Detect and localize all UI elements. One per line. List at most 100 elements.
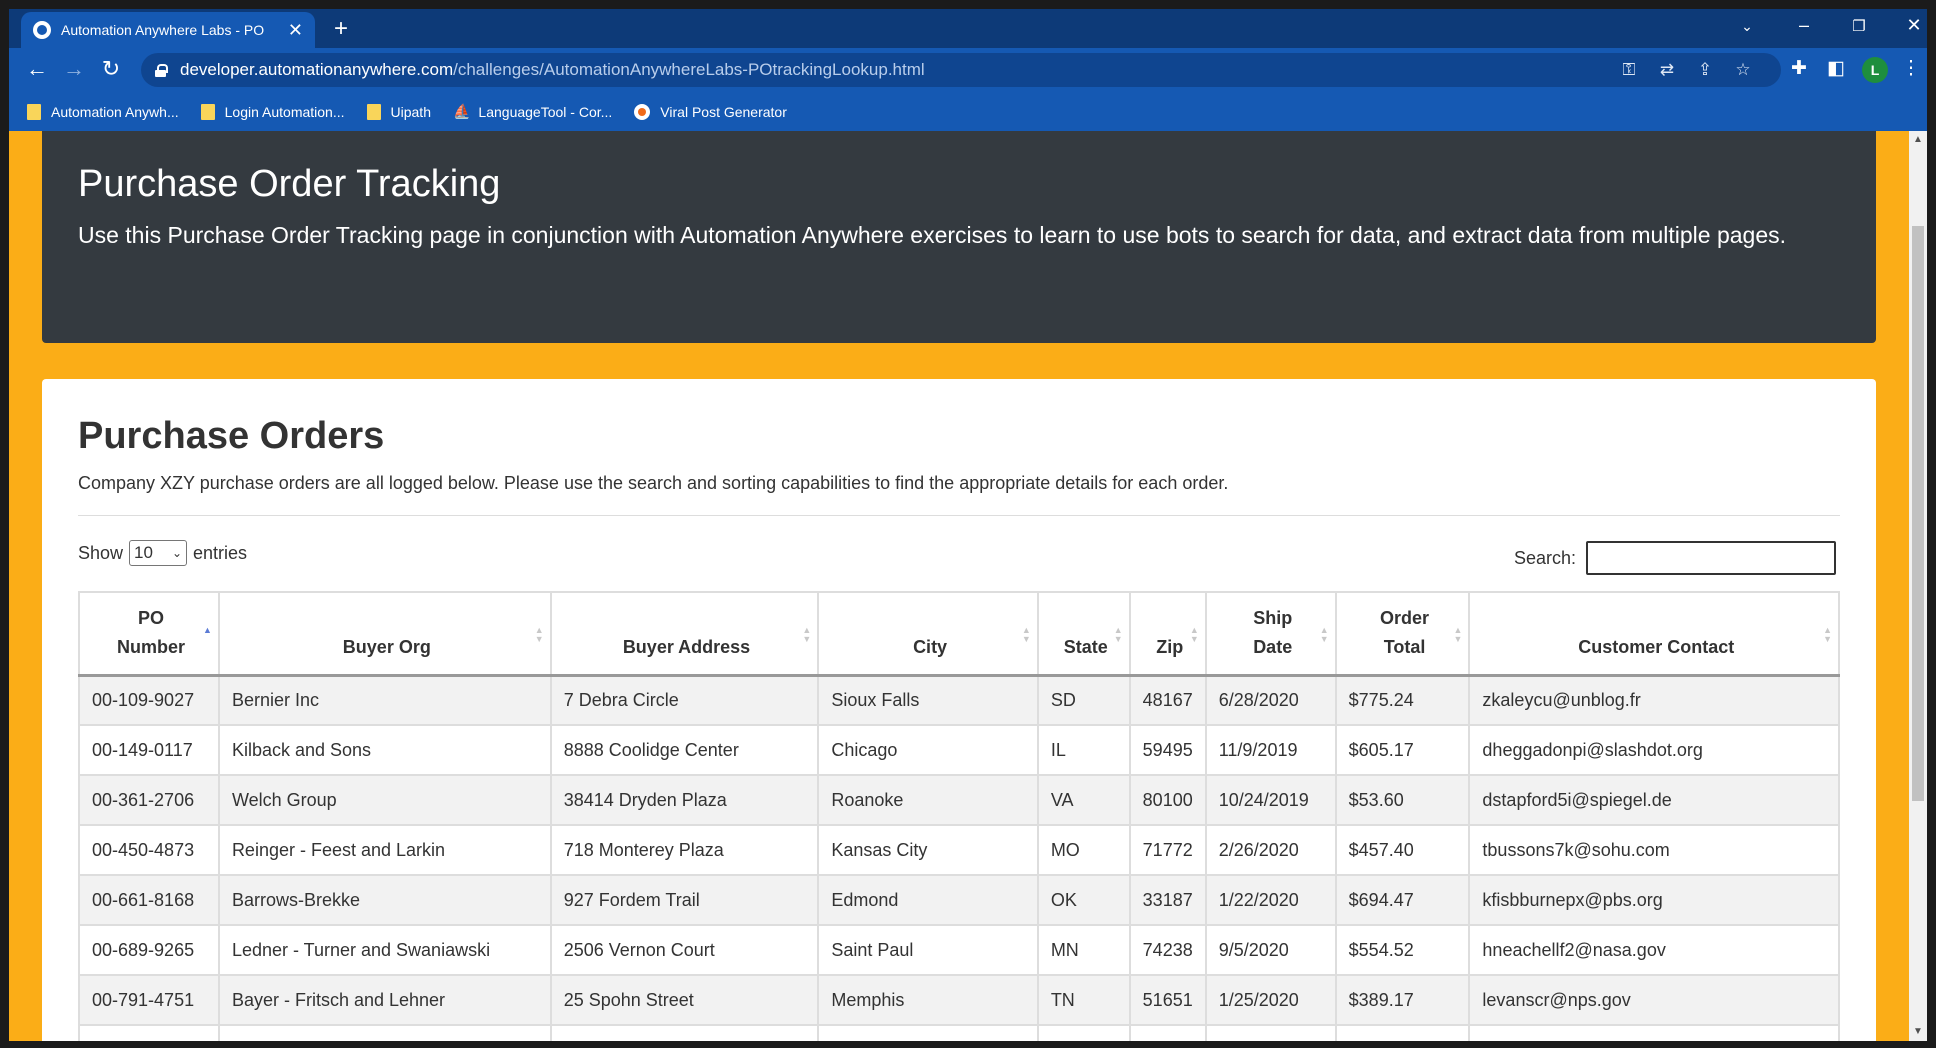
restore-button[interactable]: ❐: [1839, 17, 1879, 35]
cell-po-number: 00-661-8168: [78, 874, 220, 926]
cell-state: SD: [1036, 674, 1131, 726]
bookmark-languagetool[interactable]: ⛵ LanguageTool - Cor...: [453, 104, 612, 120]
bookmark-label: Viral Post Generator: [660, 103, 787, 120]
close-tab-icon[interactable]: ✕: [288, 20, 303, 41]
search-input[interactable]: [1586, 541, 1837, 575]
cell-state: IL: [1036, 724, 1131, 776]
scroll-thumb[interactable]: [1912, 226, 1924, 801]
cell-po-number: 00-791-4751: [78, 974, 220, 1026]
url-host: developer.automationanywhere.com: [180, 60, 454, 79]
cell-po-number: 00-109-9027: [78, 674, 220, 726]
cell-zip: 28594: [1128, 1024, 1207, 1041]
key-icon[interactable]: ⚿: [1617, 60, 1641, 80]
cell-order-total: $53.60: [1334, 774, 1471, 826]
bookmark-viral-post-generator[interactable]: Viral Post Generator: [634, 103, 787, 120]
profile-avatar[interactable]: L: [1862, 57, 1888, 83]
bookmark-star-icon[interactable]: ☆: [1731, 60, 1755, 80]
languagetool-icon: ⛵: [452, 103, 471, 120]
cell-customer-contact: dstapford5i@spiegel.de: [1468, 774, 1840, 826]
cell-zip: 71772: [1128, 824, 1207, 876]
forward-button[interactable]: →: [60, 56, 88, 82]
bookmark-label: Uipath: [390, 103, 431, 120]
purchase-orders-card: Purchase Orders Company XZY purchase ord…: [42, 379, 1876, 1041]
column-header-buyer-org[interactable]: Buyer Org ▲ ▼: [217, 591, 552, 677]
bookmark-label: Automation Anywh...: [51, 103, 179, 120]
minimize-button[interactable]: –: [1784, 15, 1824, 36]
cell-po-number: 00-149-0117: [78, 724, 220, 776]
cell-customer-contact: hneachellf2@nasa.gov: [1468, 924, 1840, 976]
table-search: Search:: [1514, 541, 1837, 575]
cell-buyer-org: Welch Group: [217, 774, 552, 826]
cell-ship-date: 1/22/2020: [1204, 874, 1337, 926]
column-header-order-total[interactable]: Order Total ▲ ▼: [1334, 591, 1471, 677]
cell-buyer-address: 7 Debra Circle: [549, 674, 820, 726]
side-panel-icon[interactable]: ◧: [1823, 57, 1849, 80]
scroll-down-arrow-icon[interactable]: ▼: [1909, 1023, 1927, 1041]
sort-icon: ▲ ▼: [802, 624, 812, 644]
cell-state: AZ: [1036, 1024, 1131, 1041]
sort-icon: ▲ ▼: [1189, 624, 1199, 644]
tab-bar: Automation Anywhere Labs - PO ✕ + ⌄ – ❐ …: [9, 9, 1927, 48]
browser-tab[interactable]: Automation Anywhere Labs - PO ✕: [21, 12, 315, 48]
column-header-line1: PO: [137, 607, 164, 628]
column-header-line1: Ship: [1253, 607, 1293, 628]
folder-icon: [366, 103, 381, 120]
sort-icon: ▲ ▼: [1113, 624, 1123, 644]
column-header-po-number[interactable]: PO Number ▲: [78, 591, 220, 677]
cell-buyer-org: Bayer - Fritsch and Lehner: [217, 974, 552, 1026]
cell-city: Tucson: [817, 1024, 1039, 1041]
column-header-buyer-address[interactable]: Buyer Address ▲ ▼: [549, 591, 820, 677]
table-body: 00-109-9027 Bernier Inc 7 Debra Circle Siou…: [78, 674, 1840, 1041]
cell-buyer-org: Barrows-Brekke: [217, 874, 552, 926]
cell-state: MO: [1036, 824, 1131, 876]
browser-chrome: Automation Anywhere Labs - PO ✕ + ⌄ – ❐ …: [9, 9, 1927, 131]
address-bar[interactable]: developer.automationanywhere.com/challen…: [141, 53, 1781, 87]
page-description: Use this Purchase Order Tracking page in…: [78, 222, 1787, 248]
cell-zip: 74238: [1128, 924, 1207, 976]
translate-icon[interactable]: ⇄: [1655, 60, 1679, 80]
new-tab-button[interactable]: +: [327, 15, 355, 43]
extensions-icon[interactable]: ✚: [1786, 57, 1812, 80]
page-scrollbar[interactable]: ▲ ▼: [1909, 131, 1927, 1041]
column-header-line1: Order: [1380, 607, 1430, 628]
column-header-city[interactable]: City ▲ ▼: [817, 591, 1039, 677]
sort-icon: ▲ ▼: [1021, 624, 1031, 644]
entries-select-value: 10: [134, 543, 153, 562]
menu-kebab-icon[interactable]: ⋮: [1898, 57, 1924, 80]
cell-city: Kansas City: [817, 824, 1039, 876]
entries-select[interactable]: 10 ⌄: [129, 540, 188, 566]
cell-customer-contact: kfisbburnepx@pbs.org: [1468, 874, 1840, 926]
cell-buyer-address: 38414 Dryden Plaza: [549, 774, 820, 826]
back-button[interactable]: ←: [23, 56, 51, 82]
cell-order-total: $389.17: [1334, 974, 1471, 1026]
show-label: Show: [78, 542, 124, 563]
search-label: Search:: [1514, 547, 1577, 568]
column-header-line2: Date: [1253, 636, 1293, 657]
column-header-line2: Total: [1383, 636, 1426, 657]
cell-city: Chicago: [817, 724, 1039, 776]
cell-ship-date: 10/26/2019: [1204, 1024, 1337, 1041]
reload-button[interactable]: ↻: [97, 56, 125, 82]
close-window-button[interactable]: ✕: [1894, 15, 1934, 36]
column-header-state[interactable]: State ▲ ▼: [1036, 591, 1131, 677]
bookmark-login-automation[interactable]: Login Automation...: [200, 103, 345, 120]
cell-city: Memphis: [817, 974, 1039, 1026]
column-header-zip[interactable]: Zip ▲ ▼: [1128, 591, 1207, 677]
bookmark-automation-anywhere[interactable]: Automation Anywh...: [27, 103, 179, 120]
divider: [78, 515, 1840, 516]
column-header-line2: Buyer Address: [622, 636, 751, 657]
page-viewport: Purchase Order Tracking Use this Purchas…: [9, 131, 1909, 1041]
column-header-ship-date[interactable]: Ship Date ▲ ▼: [1204, 591, 1337, 677]
globe-icon: [33, 21, 51, 39]
share-icon[interactable]: ⇪: [1693, 60, 1717, 80]
column-header-customer-contact[interactable]: Customer Contact ▲ ▼: [1468, 591, 1840, 677]
scroll-up-arrow-icon[interactable]: ▲: [1909, 131, 1927, 149]
tab-search-chevron-icon[interactable]: ⌄: [1727, 18, 1767, 35]
table-row: 00-661-8168 Barrows-Brekke 927 Fordem Trai…: [78, 874, 1840, 926]
cell-order-total: $457.40: [1334, 824, 1471, 876]
bookmark-uipath[interactable]: Uipath: [366, 103, 431, 120]
cell-zip: 48167: [1128, 674, 1207, 726]
cell-buyer-address: 2506 Vernon Court: [549, 924, 820, 976]
cell-po-number: 00-361-2706: [78, 774, 220, 826]
cell-buyer-address: 25 Spohn Street: [549, 974, 820, 1026]
